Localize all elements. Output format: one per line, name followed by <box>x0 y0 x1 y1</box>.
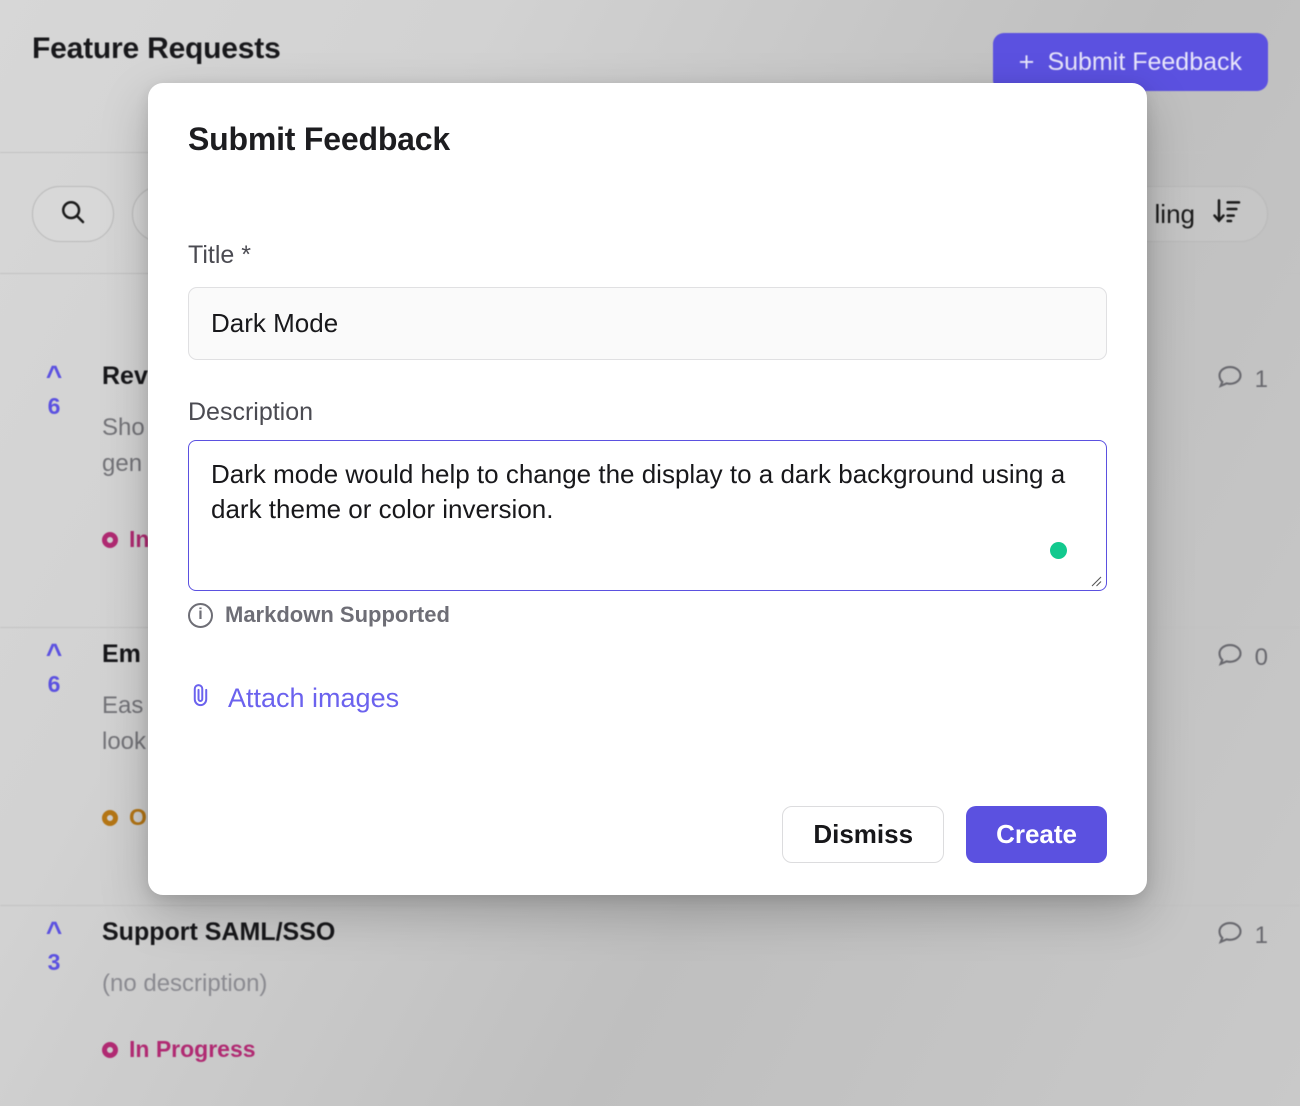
markdown-supported-label: Markdown Supported <box>225 602 450 628</box>
title-input[interactable] <box>188 287 1107 360</box>
dialog-title: Submit Feedback <box>188 121 450 158</box>
markdown-supported-note: i Markdown Supported <box>188 602 450 628</box>
title-field-label: Title * <box>188 241 251 270</box>
submit-feedback-dialog: Submit Feedback Title * Description i Ma… <box>148 83 1147 895</box>
description-field-label: Description <box>188 398 313 427</box>
attach-images-label: Attach images <box>228 683 399 714</box>
attach-images-link[interactable]: Attach images <box>188 681 399 715</box>
description-input[interactable] <box>188 440 1107 591</box>
info-icon: i <box>188 603 213 628</box>
modal-overlay: Submit Feedback Title * Description i Ma… <box>0 0 1300 1106</box>
dismiss-button[interactable]: Dismiss <box>782 806 944 863</box>
dialog-footer: Dismiss Create <box>782 806 1107 863</box>
description-field-wrapper <box>188 440 1107 591</box>
create-button[interactable]: Create <box>966 806 1107 863</box>
paperclip-icon <box>188 681 213 715</box>
unsaved-indicator-dot <box>1050 542 1067 559</box>
